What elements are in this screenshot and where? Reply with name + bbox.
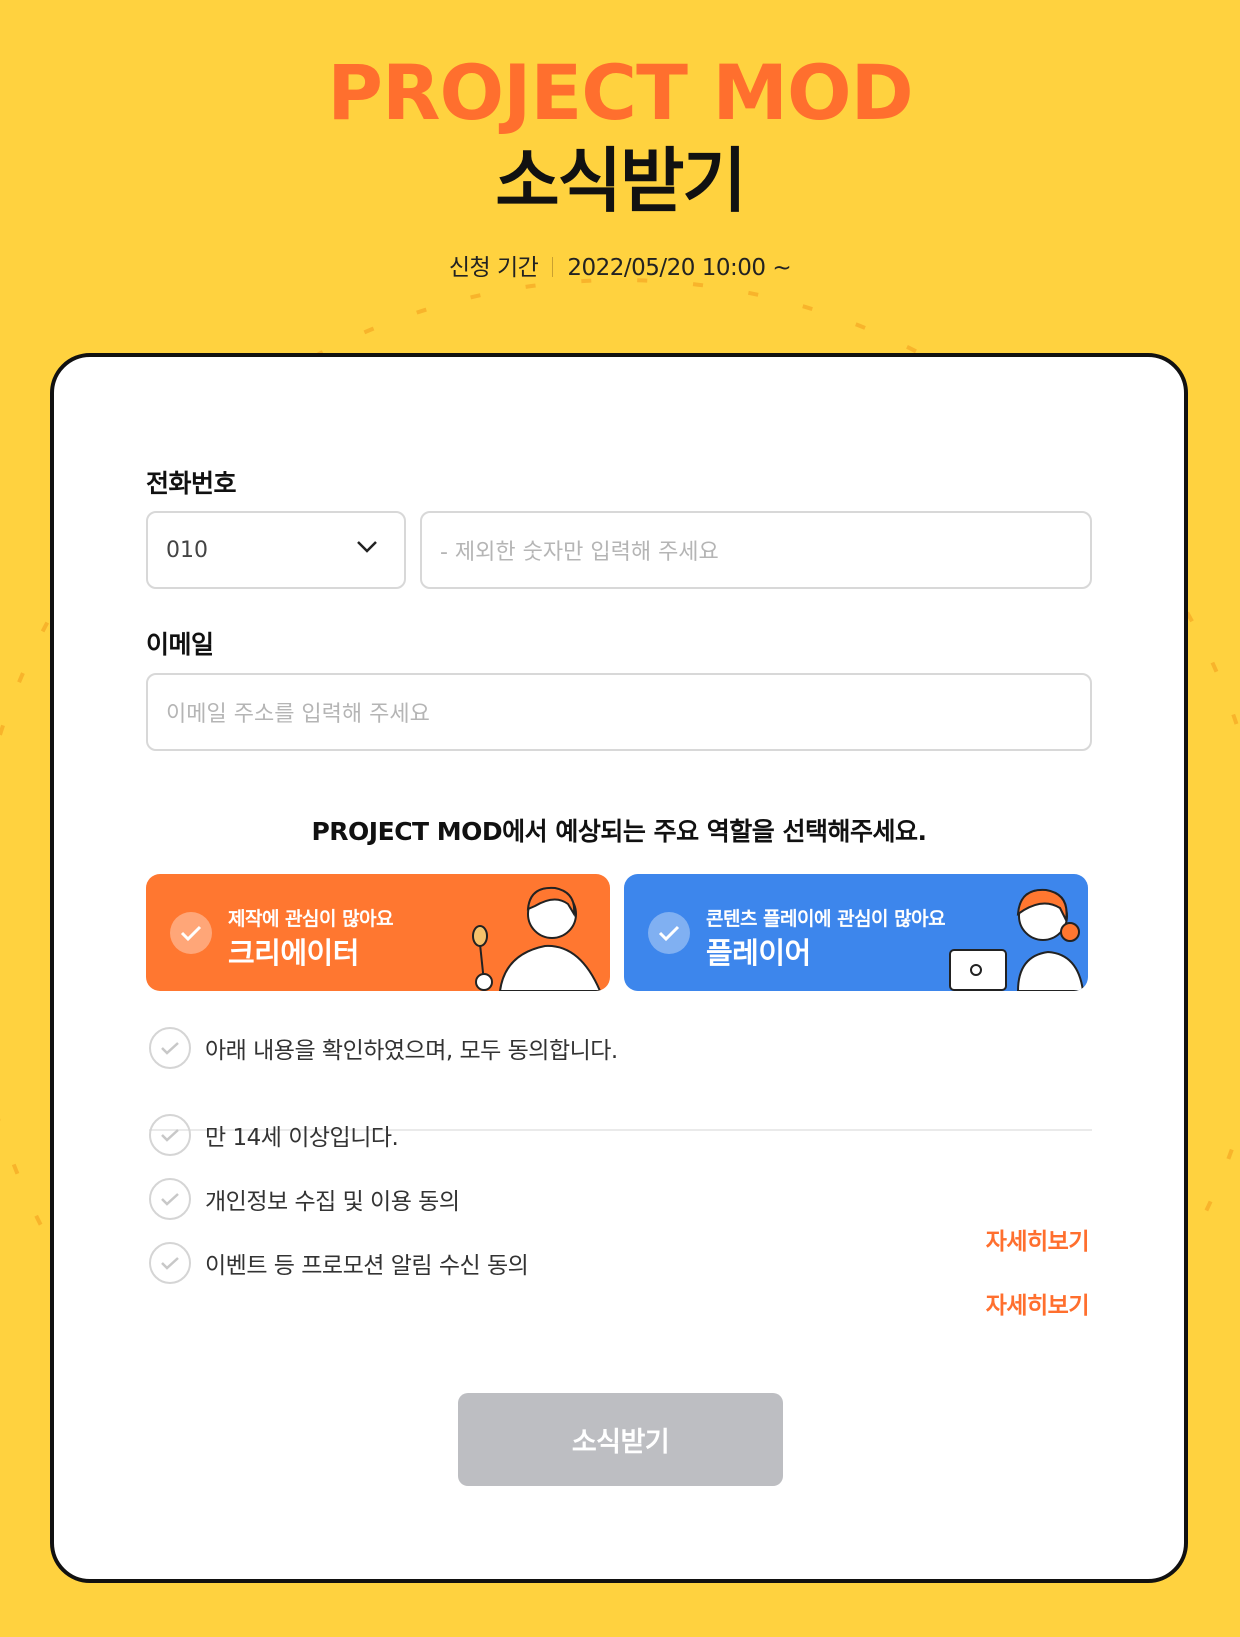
phone-prefix-value: 010 [166, 537, 208, 563]
period-divider [552, 257, 554, 277]
agree-promotion-checkbox[interactable]: 이벤트 등 프로모션 알림 수신 동의 [149, 1242, 529, 1284]
agree-age-label: 만 14세 이상입니다. [205, 1125, 399, 1151]
email-placeholder: 이메일 주소를 입력해 주세요 [166, 702, 430, 727]
check-icon [149, 1027, 191, 1069]
phone-number-input[interactable]: - 제외한 숫자만 입력해 주세요 [420, 511, 1092, 589]
agree-promotion-label: 이벤트 등 프로모션 알림 수신 동의 [205, 1253, 529, 1279]
phone-label: 전화번호 [146, 469, 237, 498]
agree-privacy-label: 개인정보 수집 및 이용 동의 [205, 1189, 460, 1215]
page-title: 소식받기 [495, 140, 747, 222]
period-label: 신청 기간 [448, 255, 539, 281]
period-value: 2022/05/20 10:00 ~ [567, 255, 792, 281]
subscribe-button[interactable]: 소식받기 [458, 1393, 783, 1486]
check-icon [648, 912, 690, 954]
chevron-down-icon [357, 541, 377, 553]
agree-all-label: 아래 내용을 확인하였으며, 모두 동의합니다. [205, 1038, 618, 1064]
phone-number-placeholder: - 제외한 숫자만 입력해 주세요 [440, 540, 719, 565]
check-icon [149, 1114, 191, 1156]
page-header: PROJECT MOD 소식받기 [0, 48, 1240, 223]
agree-privacy-checkbox[interactable]: 개인정보 수집 및 이용 동의 [149, 1178, 460, 1220]
check-icon [170, 912, 212, 954]
check-icon [149, 1242, 191, 1284]
role-player-name: 플레이어 [706, 936, 811, 970]
role-option-creator[interactable]: 제작에 관심이 많아요 크리에이터 [146, 874, 610, 991]
email-input[interactable]: 이메일 주소를 입력해 주세요 [146, 673, 1092, 751]
player-illustration [949, 888, 1085, 991]
email-label: 이메일 [146, 630, 214, 659]
brand-title: PROJECT MOD [327, 48, 913, 137]
agree-all-checkbox[interactable]: 아래 내용을 확인하였으며, 모두 동의합니다. [149, 1027, 618, 1069]
role-creator-name: 크리에이터 [228, 936, 359, 970]
promotion-details-link[interactable]: 자세히보기 [986, 1286, 1090, 1320]
privacy-details-link[interactable]: 자세히보기 [986, 1222, 1090, 1256]
creator-illustration [472, 886, 602, 991]
role-creator-sub: 제작에 관심이 많아요 [228, 908, 394, 930]
check-icon [149, 1178, 191, 1220]
application-period: 신청 기간 2022/05/20 10:00 ~ [0, 248, 1240, 282]
agree-age-checkbox[interactable]: 만 14세 이상입니다. [149, 1114, 399, 1156]
role-option-player[interactable]: 콘텐츠 플레이에 관심이 많아요 플레이어 [624, 874, 1088, 991]
role-player-sub: 콘텐츠 플레이에 관심이 많아요 [706, 908, 946, 930]
subscribe-form-card: 전화번호 010 - 제외한 숫자만 입력해 주세요 이메일 이메일 주소를 입… [50, 353, 1188, 1583]
role-question: PROJECT MOD에서 예상되는 주요 역할을 선택해주세요. [311, 817, 927, 846]
phone-prefix-select[interactable]: 010 [146, 511, 406, 589]
